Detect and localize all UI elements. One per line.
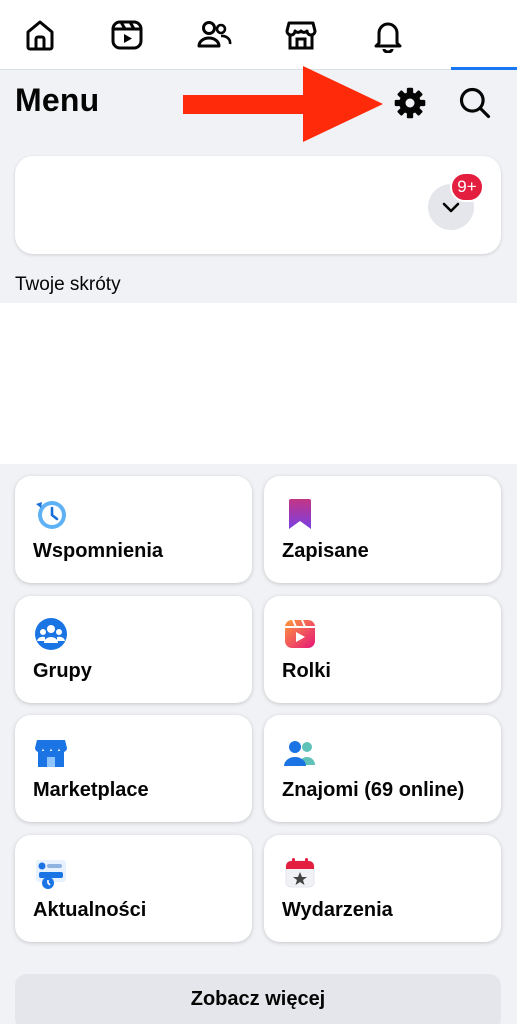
tile-friends[interactable]: Znajomi (69 online) [264,715,501,822]
marketplace-icon[interactable] [281,15,321,55]
tile-events[interactable]: Wydarzenia [264,835,501,942]
shortcuts-list [0,303,517,464]
video-icon[interactable] [107,15,147,55]
tile-reels[interactable]: Rolki [264,596,501,703]
friends-people-icon [284,741,315,766]
tile-label: Wspomnienia [33,540,164,562]
top-navigation-bar [0,0,517,70]
menu-tab-active-indicator[interactable] [451,67,517,70]
bell-icon[interactable] [368,15,408,55]
tile-label: Marketplace [33,779,149,801]
shortcuts-heading: Twoje skróty [15,274,121,295]
home-icon[interactable] [20,15,60,55]
red-arrow-annotation [183,66,383,142]
tile-memories[interactable]: Wspomnienia [15,476,252,583]
groups-icon [35,618,67,650]
memories-clock-icon [36,501,66,529]
gear-icon[interactable] [390,83,430,123]
marketplace-shop-icon [35,740,67,767]
friends-icon[interactable] [194,15,234,55]
tile-label: Grupy [33,660,92,682]
tile-groups[interactable]: Grupy [15,596,252,703]
tile-saved[interactable]: Zapisane [264,476,501,583]
see-more-button[interactable]: Zobacz więcej [15,974,501,1024]
tile-label: Znajomi (69 online) [282,779,465,801]
tile-label: Wydarzenia [282,899,393,921]
events-calendar-icon [285,858,315,888]
feeds-icon [36,860,66,889]
page-title: Menu [15,82,100,118]
tile-marketplace[interactable]: Marketplace [15,715,252,822]
search-icon[interactable] [455,83,495,123]
tile-feeds[interactable]: Aktualności [15,835,252,942]
saved-bookmark-icon [289,499,311,529]
reels-icon [285,619,315,648]
tile-label: Aktualności [33,899,147,921]
notification-badge: 9+ [450,172,484,202]
tile-label: Zapisane [282,540,369,562]
tile-label: Rolki [282,660,331,682]
